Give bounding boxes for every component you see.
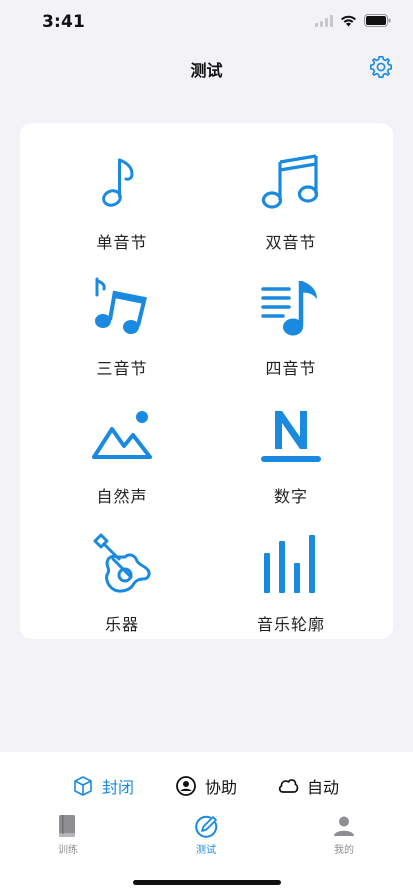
mode-label: 自动: [307, 778, 340, 797]
mode-closed[interactable]: 封闭: [72, 772, 134, 800]
cloud-icon: [278, 779, 299, 793]
single-note-icon: [102, 158, 134, 207]
person-circle-icon: [176, 776, 196, 796]
grid-item-single-syllable[interactable]: 单音节: [47, 147, 197, 267]
grid-item-label: 自然声: [96, 487, 148, 506]
grid-item-label: 三音节: [96, 359, 148, 378]
tab-label: 我的: [334, 845, 354, 856]
mode-assist[interactable]: 协助: [175, 772, 237, 800]
guitar-icon: [93, 533, 151, 593]
grid-item-label: 数字: [273, 487, 308, 506]
tab-bar: 训练 测试 我的: [0, 814, 413, 864]
equalizer-bars-icon: [264, 535, 315, 593]
person-icon: [334, 816, 354, 836]
tab-mine[interactable]: 我的: [304, 814, 384, 864]
triple-note-icon: [95, 277, 147, 334]
grid-item-instrument[interactable]: 乐器: [47, 529, 197, 649]
test-category-grid: 单音节 双音节 三音节 四音节 自然声 数字 乐器 音乐轮廓: [20, 123, 393, 639]
grid-item-double-syllable[interactable]: 双音节: [216, 147, 366, 267]
grid-item-label: 乐器: [104, 615, 139, 634]
status-time: 3:41: [42, 12, 86, 32]
grid-item-natural-sound[interactable]: 自然声: [47, 401, 197, 521]
grid-item-label: 音乐轮廓: [256, 615, 325, 634]
wifi-icon: [341, 15, 356, 26]
grid-item-triple-syllable[interactable]: 三音节: [47, 273, 197, 393]
status-bar: 3:41: [0, 0, 413, 44]
home-indicator: [133, 880, 281, 885]
tab-test[interactable]: 测试: [166, 814, 246, 864]
tab-train[interactable]: 训练: [28, 814, 108, 864]
cube-icon: [74, 776, 92, 796]
grid-item-music-contour[interactable]: 音乐轮廓: [216, 529, 366, 649]
book-icon: [59, 815, 75, 837]
status-icons: [315, 14, 391, 27]
mode-label: 封闭: [102, 778, 135, 797]
double-note-icon: [261, 154, 319, 209]
mode-selector: 封闭 协助 自动: [0, 772, 413, 800]
music-list-icon: [261, 281, 317, 336]
grid-item-label: 双音节: [265, 233, 317, 252]
settings-button[interactable]: [367, 53, 395, 81]
bottom-panel: 封闭 协助 自动 训练 测试 我的: [0, 752, 413, 895]
tab-label: 训练: [58, 845, 78, 856]
tab-label: 测试: [196, 845, 216, 856]
gear-icon: [370, 56, 392, 78]
mode-auto[interactable]: 自动: [277, 772, 339, 800]
mode-label: 协助: [205, 778, 238, 797]
signal-icon: [315, 14, 333, 27]
navigation-bar: 测试: [0, 44, 413, 90]
page-title: 测试: [190, 61, 223, 80]
landscape-icon: [92, 411, 152, 459]
letter-n-icon: [261, 411, 321, 462]
pencil-circle-icon: [195, 815, 218, 838]
grid-item-label: 单音节: [96, 233, 148, 252]
grid-item-number[interactable]: 数字: [216, 401, 366, 521]
grid-item-quad-syllable[interactable]: 四音节: [216, 273, 366, 393]
grid-item-label: 四音节: [265, 359, 317, 378]
battery-icon: [364, 14, 391, 27]
